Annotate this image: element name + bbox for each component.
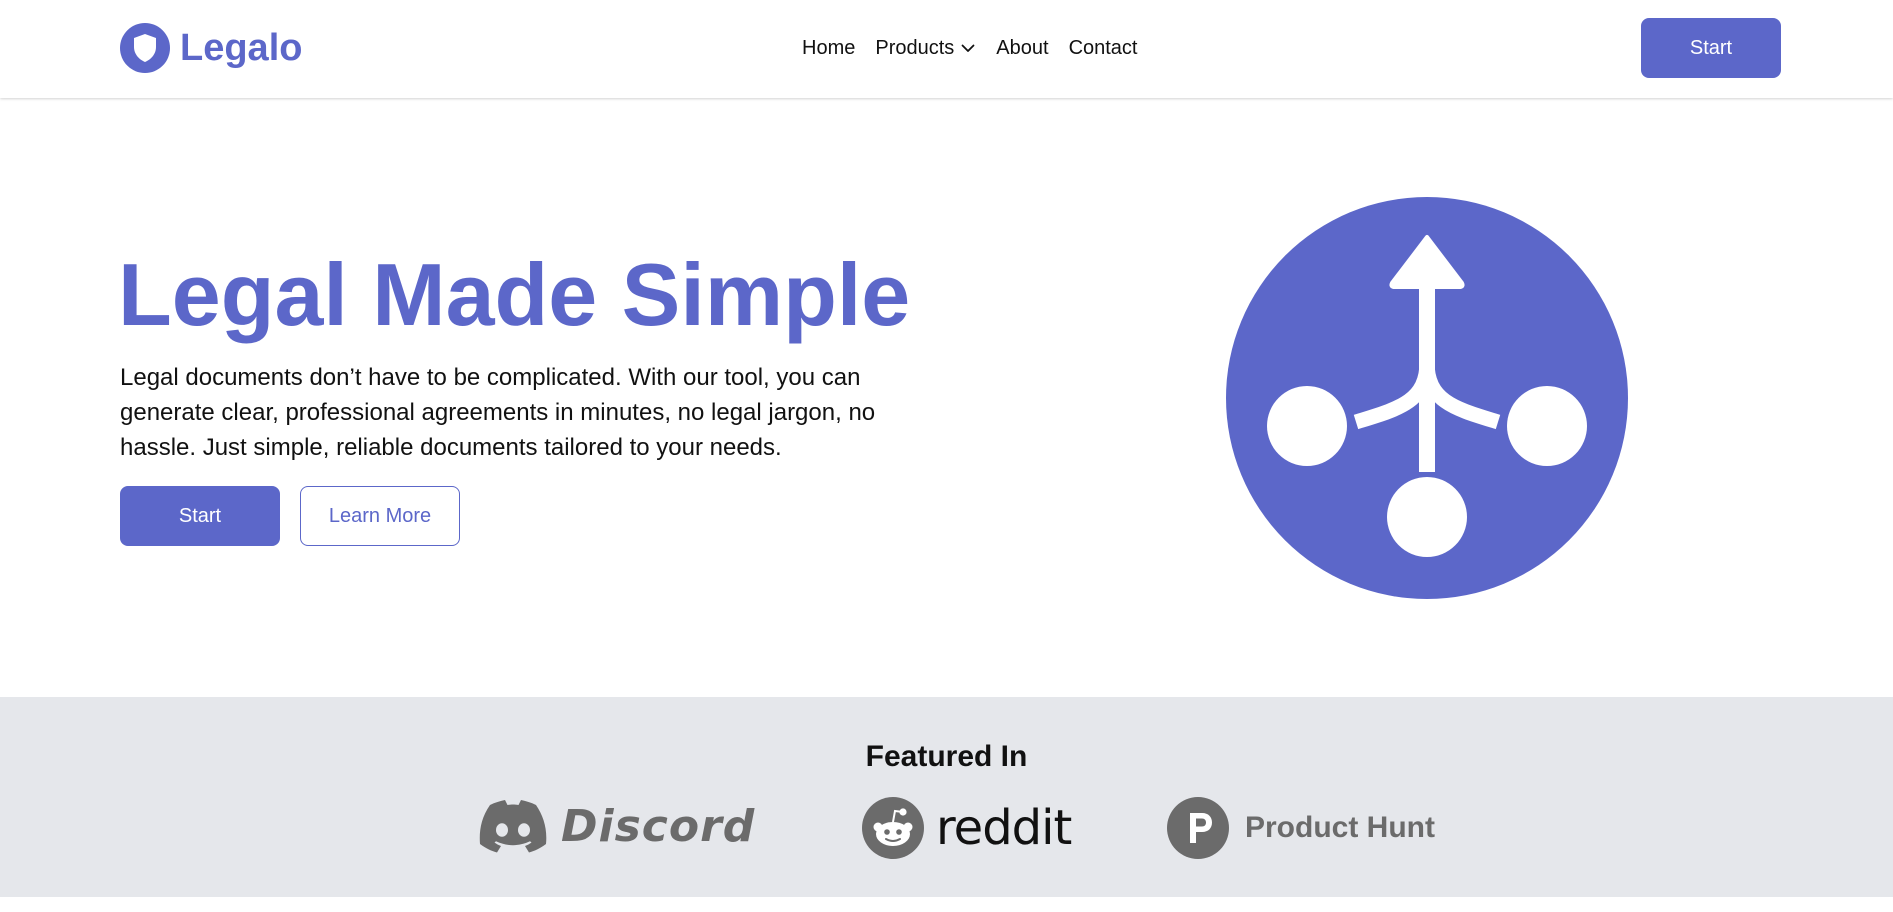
- nav-home[interactable]: Home: [802, 36, 855, 60]
- hero-description: Legal documents don’t have to be complic…: [120, 364, 876, 461]
- reddit-logo[interactable]: reddit: [862, 797, 1072, 859]
- brand-logo[interactable]: Legalo: [120, 23, 302, 73]
- reddit-wordmark: reddit: [936, 800, 1072, 856]
- product-hunt-icon: [1167, 797, 1229, 859]
- nav-contact[interactable]: Contact: [1069, 36, 1138, 60]
- top-navbar: Legalo Home Products About Contact Start: [0, 0, 1893, 98]
- nav-products-label: Products: [875, 37, 955, 59]
- nav-about[interactable]: About: [996, 36, 1048, 60]
- shield-icon: [120, 23, 170, 73]
- product-hunt-wordmark: Product Hunt: [1245, 811, 1435, 844]
- discord-wordmark: Discord: [561, 801, 756, 852]
- chevron-down-icon: [961, 44, 975, 52]
- hero-title: Legal Made Simple: [118, 245, 911, 344]
- featured-title: Featured In: [865, 740, 1028, 773]
- brand-name: Legalo: [180, 27, 303, 69]
- discord-logo[interactable]: Discord: [479, 800, 755, 854]
- learn-more-button[interactable]: Learn More: [300, 486, 460, 546]
- reddit-icon: [862, 797, 924, 859]
- product-hunt-logo[interactable]: Product Hunt: [1167, 797, 1435, 859]
- discord-icon: [479, 800, 547, 853]
- hero-start-button[interactable]: Start: [120, 486, 280, 546]
- main-nav: Home Products About Contact: [802, 36, 1138, 60]
- nav-products-dropdown[interactable]: Products: [875, 36, 976, 60]
- merge-arrow-icon: [1226, 197, 1628, 599]
- header-start-button[interactable]: Start: [1641, 18, 1781, 78]
